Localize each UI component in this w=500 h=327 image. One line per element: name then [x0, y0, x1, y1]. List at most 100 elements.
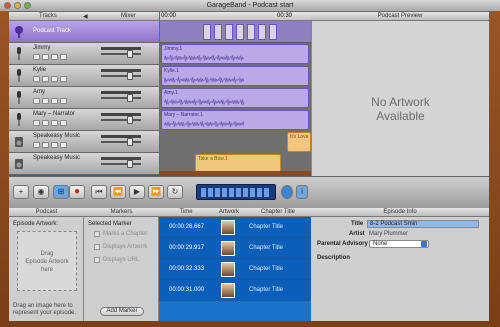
record-enable-button[interactable] — [33, 120, 40, 126]
episode-artwork-dropzone[interactable]: Drag Episode Artwork here — [17, 231, 77, 291]
lock-button[interactable] — [60, 54, 67, 60]
eye-icon[interactable]: ◉ — [33, 185, 49, 199]
mute-button[interactable] — [42, 54, 49, 60]
marker-artwork-thumbnail[interactable] — [221, 262, 235, 277]
volume-slider[interactable] — [101, 141, 141, 143]
marker-chapter-title[interactable]: Chapter Title — [249, 224, 283, 230]
lock-button[interactable] — [60, 120, 67, 126]
lock-button[interactable] — [60, 76, 67, 82]
track-controls — [33, 142, 67, 148]
volume-knob[interactable] — [127, 160, 133, 168]
marker-list: 00:00:26.667 Chapter Title 00:00:29.917 … — [159, 217, 311, 321]
time-column-header[interactable]: Time — [159, 208, 213, 217]
artwork-hint-line2: represent your episode. — [13, 310, 77, 316]
checkbox[interactable] — [94, 257, 100, 263]
track-header-mary-narrator[interactable]: Mary – Narrator — [9, 109, 159, 131]
title-label: Title — [351, 221, 364, 227]
record-enable-button[interactable] — [33, 142, 40, 148]
volume-slider[interactable] — [101, 119, 141, 121]
audio-region[interactable]: Take a Bow.1 — [195, 154, 281, 171]
parental-advisory-select[interactable]: None — [369, 240, 429, 248]
add-marker-button[interactable]: Add Marker — [100, 307, 144, 316]
solo-button[interactable] — [51, 120, 58, 126]
marker-artwork-thumbnail[interactable] — [221, 241, 235, 256]
marker-artwork-thumbnail[interactable] — [221, 220, 235, 235]
region-name: Kylie.1 — [164, 68, 180, 74]
podcast-lane[interactable] — [159, 21, 311, 43]
displays-url-checkbox[interactable]: Displays URL — [94, 257, 139, 263]
play-button[interactable]: ▶ — [129, 185, 145, 199]
volume-knob[interactable] — [127, 72, 133, 80]
mute-button[interactable] — [42, 120, 49, 126]
audio-region[interactable]: Mary – Narrator.1 — [161, 110, 309, 130]
solo-button[interactable] — [51, 98, 58, 104]
solo-button[interactable] — [51, 54, 58, 60]
track-header-amy[interactable]: Amy — [9, 87, 159, 109]
chapter-title-column-header[interactable]: Chapter Title — [245, 208, 311, 217]
volume-knob[interactable] — [127, 94, 133, 102]
playhead[interactable] — [159, 12, 160, 171]
track-info-button[interactable]: i — [296, 185, 308, 199]
marker-chapter-title[interactable]: Chapter Title — [249, 287, 283, 293]
cycle-button[interactable]: ↻ — [167, 185, 183, 199]
marks-chapter-checkbox[interactable]: Marks a Chapter — [94, 231, 147, 237]
drag-line2: Episode Artwork — [25, 259, 69, 265]
volume-slider[interactable] — [101, 53, 141, 55]
volume-slider[interactable] — [101, 163, 141, 165]
lock-button[interactable] — [60, 98, 67, 104]
lock-button[interactable] — [60, 142, 67, 148]
mute-button[interactable] — [42, 76, 49, 82]
mute-button[interactable] — [42, 142, 49, 148]
track-header-jimmy[interactable]: Jimmy — [9, 43, 159, 65]
add-track-button[interactable]: + — [13, 185, 29, 199]
volume-slider[interactable] — [101, 97, 141, 99]
track-header-speakeasy-music-1[interactable]: Speakeasy Music — [9, 131, 159, 153]
marker-chapter-title[interactable]: Chapter Title — [249, 266, 283, 272]
go-to-beginning-button[interactable]: ⏮ — [91, 185, 107, 199]
displays-artwork-checkbox[interactable]: Displays Artwork — [94, 244, 147, 250]
solo-button[interactable] — [51, 76, 58, 82]
marker-row[interactable]: 00:00:29.917 Chapter Title — [159, 238, 311, 259]
time-digits — [201, 188, 269, 197]
audio-region[interactable]: Kylie.1 — [161, 66, 309, 86]
artist-value[interactable]: Mary Plummer — [369, 231, 408, 237]
checkbox[interactable] — [94, 244, 100, 250]
timeline-ruler[interactable]: 00:00 00:30 — [159, 12, 311, 21]
track-header-podcast[interactable]: Podcast Track — [9, 21, 159, 43]
track-header-speakeasy-music-2[interactable]: Speakeasy Music — [9, 153, 159, 175]
record-enable-button[interactable] — [33, 54, 40, 60]
audio-region[interactable]: Jimmy.1 — [161, 44, 309, 64]
checkbox-label: Marks a Chapter — [103, 231, 148, 237]
audio-region[interactable]: Amy.1 — [161, 88, 309, 108]
marker-artwork-thumbnail[interactable] — [221, 283, 235, 298]
marker-row[interactable]: 00:00:31.000 Chapter Title — [159, 280, 311, 301]
marker-row[interactable]: 00:00:26.667 Chapter Title — [159, 217, 311, 238]
window-title: GarageBand - Podcast start — [206, 2, 294, 9]
volume-slider[interactable] — [101, 75, 141, 77]
volume-knob[interactable] — [127, 50, 133, 58]
track-name: Jimmy — [33, 45, 51, 51]
marker-row[interactable]: 00:00:32.333 Chapter Title — [159, 259, 311, 280]
volume-knob[interactable] — [127, 138, 133, 146]
collapse-mixer-icon[interactable]: ◀ — [83, 13, 88, 20]
mute-button[interactable] — [42, 98, 49, 104]
record-enable-button[interactable] — [33, 98, 40, 104]
fast-forward-button[interactable]: ⏩ — [148, 185, 164, 199]
rewind-button[interactable]: ⏪ — [110, 185, 126, 199]
record-enable-button[interactable] — [33, 76, 40, 82]
loop-browser-button[interactable]: ⊞ — [53, 185, 69, 199]
solo-button[interactable] — [51, 142, 58, 148]
timeline[interactable]: Jimmy.1 Kylie.1 Amy.1 Mary – Narrator.1 It's… — [159, 21, 311, 171]
no-artwork-line2: Available — [376, 109, 425, 123]
title-field[interactable]: 8-2 Podcast Smin — [367, 220, 479, 228]
checkbox[interactable] — [94, 231, 100, 237]
marker-time: 00:00:29.917 — [169, 245, 205, 251]
master-volume-icon[interactable] — [281, 185, 293, 199]
audio-region[interactable]: It's Love — [287, 132, 311, 152]
track-header-kylie[interactable]: Kylie — [9, 65, 159, 87]
record-button[interactable]: ● — [69, 185, 85, 199]
artwork-column-header[interactable]: Artwork — [213, 208, 245, 217]
time-display[interactable] — [196, 184, 276, 200]
volume-knob[interactable] — [127, 116, 133, 124]
marker-chapter-title[interactable]: Chapter Title — [249, 245, 283, 251]
